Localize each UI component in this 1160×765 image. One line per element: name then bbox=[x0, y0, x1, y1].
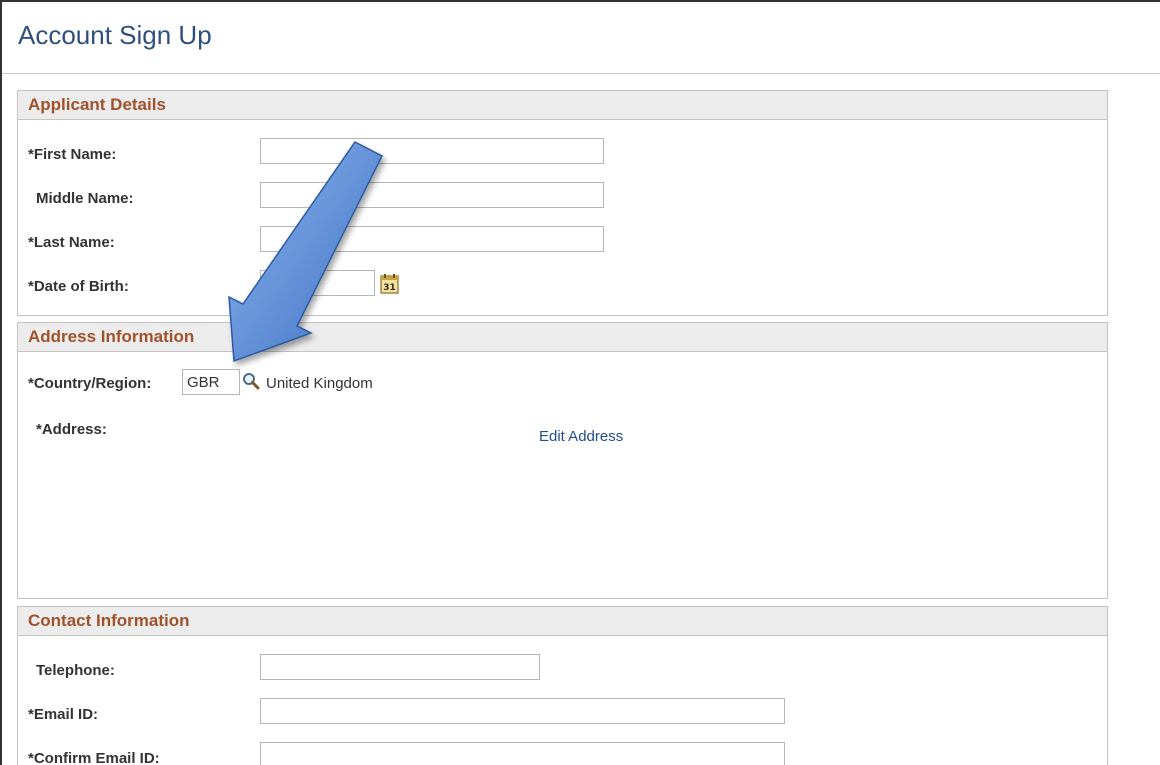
country-region-field[interactable] bbox=[182, 369, 240, 395]
email-field[interactable] bbox=[260, 698, 785, 724]
last-name-label: *Last Name: bbox=[28, 234, 115, 251]
last-name-field[interactable] bbox=[260, 226, 604, 252]
confirm-email-label: *Confirm Email ID: bbox=[28, 750, 160, 765]
middle-name-label: Middle Name: bbox=[36, 190, 134, 207]
first-name-field[interactable] bbox=[260, 138, 604, 164]
svg-text:31: 31 bbox=[383, 283, 396, 293]
title-divider bbox=[2, 73, 1160, 74]
page-title: Account Sign Up bbox=[18, 20, 212, 50]
country-description: United Kingdom bbox=[266, 375, 373, 392]
window-left-border bbox=[0, 0, 2, 765]
date-of-birth-field[interactable] bbox=[260, 270, 375, 296]
confirm-email-field[interactable] bbox=[260, 742, 785, 765]
address-information-section: Address Information bbox=[17, 322, 1108, 599]
edit-address-link[interactable]: Edit Address bbox=[539, 428, 623, 445]
contact-information-header: Contact Information bbox=[18, 607, 1107, 636]
first-name-label: *First Name: bbox=[28, 146, 117, 163]
calendar-icon[interactable]: 31 bbox=[380, 273, 400, 295]
telephone-field[interactable] bbox=[260, 654, 540, 680]
address-label: *Address: bbox=[36, 421, 107, 438]
date-of-birth-label: *Date of Birth: bbox=[28, 278, 129, 295]
telephone-label: Telephone: bbox=[36, 662, 115, 679]
window-top-border bbox=[0, 0, 1160, 2]
applicant-details-header: Applicant Details bbox=[18, 91, 1107, 120]
email-label: *Email ID: bbox=[28, 706, 99, 723]
country-region-label: *Country/Region: bbox=[28, 375, 152, 392]
middle-name-field[interactable] bbox=[260, 182, 604, 208]
search-icon[interactable] bbox=[242, 372, 260, 390]
address-information-header: Address Information bbox=[18, 323, 1107, 352]
